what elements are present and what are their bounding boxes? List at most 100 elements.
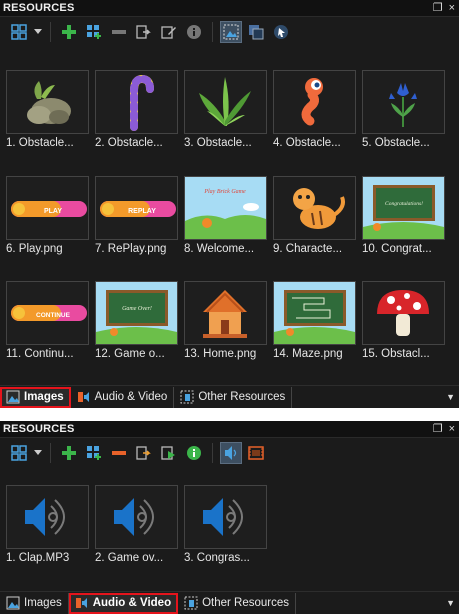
tab-other-resources[interactable]: Other Resources [178, 592, 297, 614]
export-icon[interactable] [133, 442, 155, 464]
view-mode-dropdown-icon[interactable] [33, 21, 43, 43]
tab-audio-video[interactable]: Audio & Video [71, 386, 175, 408]
resource-item[interactable]: CONTINUE 11. Continu... [6, 281, 89, 360]
resource-item[interactable]: 15. Obstacl... [362, 281, 445, 360]
images-filter-icon[interactable] [220, 21, 242, 43]
resource-tabs: Images Audio & Video Other Resources ▼ [0, 385, 459, 408]
tab-label: Other Resources [198, 391, 286, 403]
resource-label: 3. Congras... [184, 552, 250, 564]
tab-label: Images [24, 597, 62, 609]
resource-item[interactable]: 13. Home.png [184, 281, 267, 360]
tab-label: Other Resources [202, 597, 290, 609]
resource-label: 9. Characte... [273, 243, 343, 255]
play-preview-icon[interactable] [158, 442, 180, 464]
thumbnail-flower [362, 70, 445, 134]
pin-icon[interactable]: ❐ [433, 423, 443, 435]
close-icon[interactable]: × [449, 423, 455, 435]
resource-item[interactable]: 5. Obstacle... [362, 70, 445, 149]
tab-overflow-icon[interactable]: ▼ [446, 392, 455, 402]
thumbnail-replay-button: REPLAY [95, 176, 178, 240]
resource-label: 8. Welcome... [184, 243, 255, 255]
game-over-board-text: Game Over! [122, 306, 152, 312]
resource-item[interactable]: 9. Characte... [273, 176, 356, 255]
resource-label: 12. Game o... [95, 348, 165, 360]
resource-label: 5. Obstacle... [362, 137, 430, 149]
tab-other-resources[interactable]: Other Resources [174, 386, 293, 408]
tab-label: Images [24, 391, 64, 403]
resource-label: 15. Obstacl... [362, 348, 430, 360]
thumbnail-home-hut [184, 281, 267, 345]
panel-titlebar: RESOURCES ❐ × [0, 421, 459, 438]
resource-item[interactable]: Game Over! 12. Game o... [95, 281, 178, 360]
resource-label: 14. Maze.png [273, 348, 343, 360]
resources-panel-audio: RESOURCES ❐ × 1. Clap.MP3 2. Game ov... … [0, 421, 459, 614]
thumbnail-rocks [6, 70, 89, 134]
resource-label: 7. RePlay.png [95, 243, 167, 255]
pin-icon[interactable]: ❐ [433, 2, 443, 14]
resource-label: 4. Obstacle... [273, 137, 341, 149]
thumbnail-mushroom [362, 281, 445, 345]
resource-tabs: Images Audio & Video Other Resources ▼ [0, 591, 459, 614]
resource-item[interactable]: 2. Obstacle... [95, 70, 178, 149]
toolbar [0, 17, 459, 47]
add-from-library-icon[interactable] [83, 21, 105, 43]
resource-label: 10. Congrat... [362, 243, 432, 255]
resource-item[interactable]: PLAY 6. Play.png [6, 176, 89, 255]
resource-item[interactable]: 2. Game ov... [95, 485, 178, 564]
resource-label: 11. Continu... [6, 348, 74, 360]
thumbnail-audio-file [184, 485, 267, 549]
thumbnail-play-button: PLAY [6, 176, 89, 240]
resource-item[interactable]: Play Brick Game 8. Welcome... [184, 176, 267, 255]
info-icon[interactable] [183, 442, 205, 464]
resource-item[interactable]: Congratulations! 10. Congrat... [362, 176, 445, 255]
close-icon[interactable]: × [449, 2, 455, 14]
audio-filter-icon[interactable] [220, 442, 242, 464]
cursor-filter-icon[interactable] [270, 21, 292, 43]
toolbar [0, 438, 459, 468]
thumbnail-plant [184, 70, 267, 134]
resource-item[interactable]: 1. Clap.MP3 [6, 485, 89, 564]
images-tab-icon [6, 390, 20, 404]
thumbnail-game-over-board: Game Over! [95, 281, 178, 345]
resource-item[interactable]: 3. Congras... [184, 485, 267, 564]
layers-filter-icon[interactable] [245, 21, 267, 43]
resource-item[interactable]: 3. Obstacle... [184, 70, 267, 149]
audio-video-tab-icon [75, 598, 87, 608]
tab-images[interactable]: Images [0, 592, 69, 614]
video-filter-icon[interactable] [245, 442, 267, 464]
resources-panel-images: RESOURCES ❐ × 1. Obstacle... 2. Obstacle… [0, 0, 459, 408]
congrats-board-text: Congratulations! [385, 201, 423, 207]
remove-icon[interactable] [108, 21, 130, 43]
tab-audio-video[interactable]: Audio & Video [68, 592, 179, 614]
info-icon[interactable] [183, 21, 205, 43]
thumbnail-maze-board [273, 281, 356, 345]
resource-label: 1. Obstacle... [6, 137, 74, 149]
welcome-banner-text: Play Brick Game [203, 189, 246, 195]
resource-label: 6. Play.png [6, 243, 63, 255]
resource-item[interactable]: 4. Obstacle... [273, 70, 356, 149]
tab-label: Audio & Video [92, 597, 172, 609]
resource-label: 13. Home.png [184, 348, 257, 360]
view-mode-icon[interactable] [8, 442, 30, 464]
thumbnail-audio-file [6, 485, 89, 549]
export-icon[interactable] [133, 21, 155, 43]
continue-button-text: CONTINUE [36, 312, 71, 319]
tab-overflow-icon[interactable]: ▼ [446, 598, 455, 608]
thumbnail-continue-button: CONTINUE [6, 281, 89, 345]
remove-icon[interactable] [108, 442, 130, 464]
play-button-text: PLAY [44, 208, 62, 215]
thumbnail-audio-file [95, 485, 178, 549]
view-mode-icon[interactable] [8, 21, 30, 43]
resource-item[interactable]: 14. Maze.png [273, 281, 356, 360]
resource-item[interactable]: 1. Obstacle... [6, 70, 89, 149]
view-mode-dropdown-icon[interactable] [33, 442, 43, 464]
resource-item[interactable]: REPLAY 7. RePlay.png [95, 176, 178, 255]
add-icon[interactable] [58, 21, 80, 43]
other-resources-tab-icon [180, 390, 194, 404]
add-from-library-icon[interactable] [83, 442, 105, 464]
tab-images[interactable]: Images [0, 386, 71, 408]
thumbnail-candy-cane [95, 70, 178, 134]
edit-icon[interactable] [158, 21, 180, 43]
add-icon[interactable] [58, 442, 80, 464]
resource-label: 1. Clap.MP3 [6, 552, 70, 564]
